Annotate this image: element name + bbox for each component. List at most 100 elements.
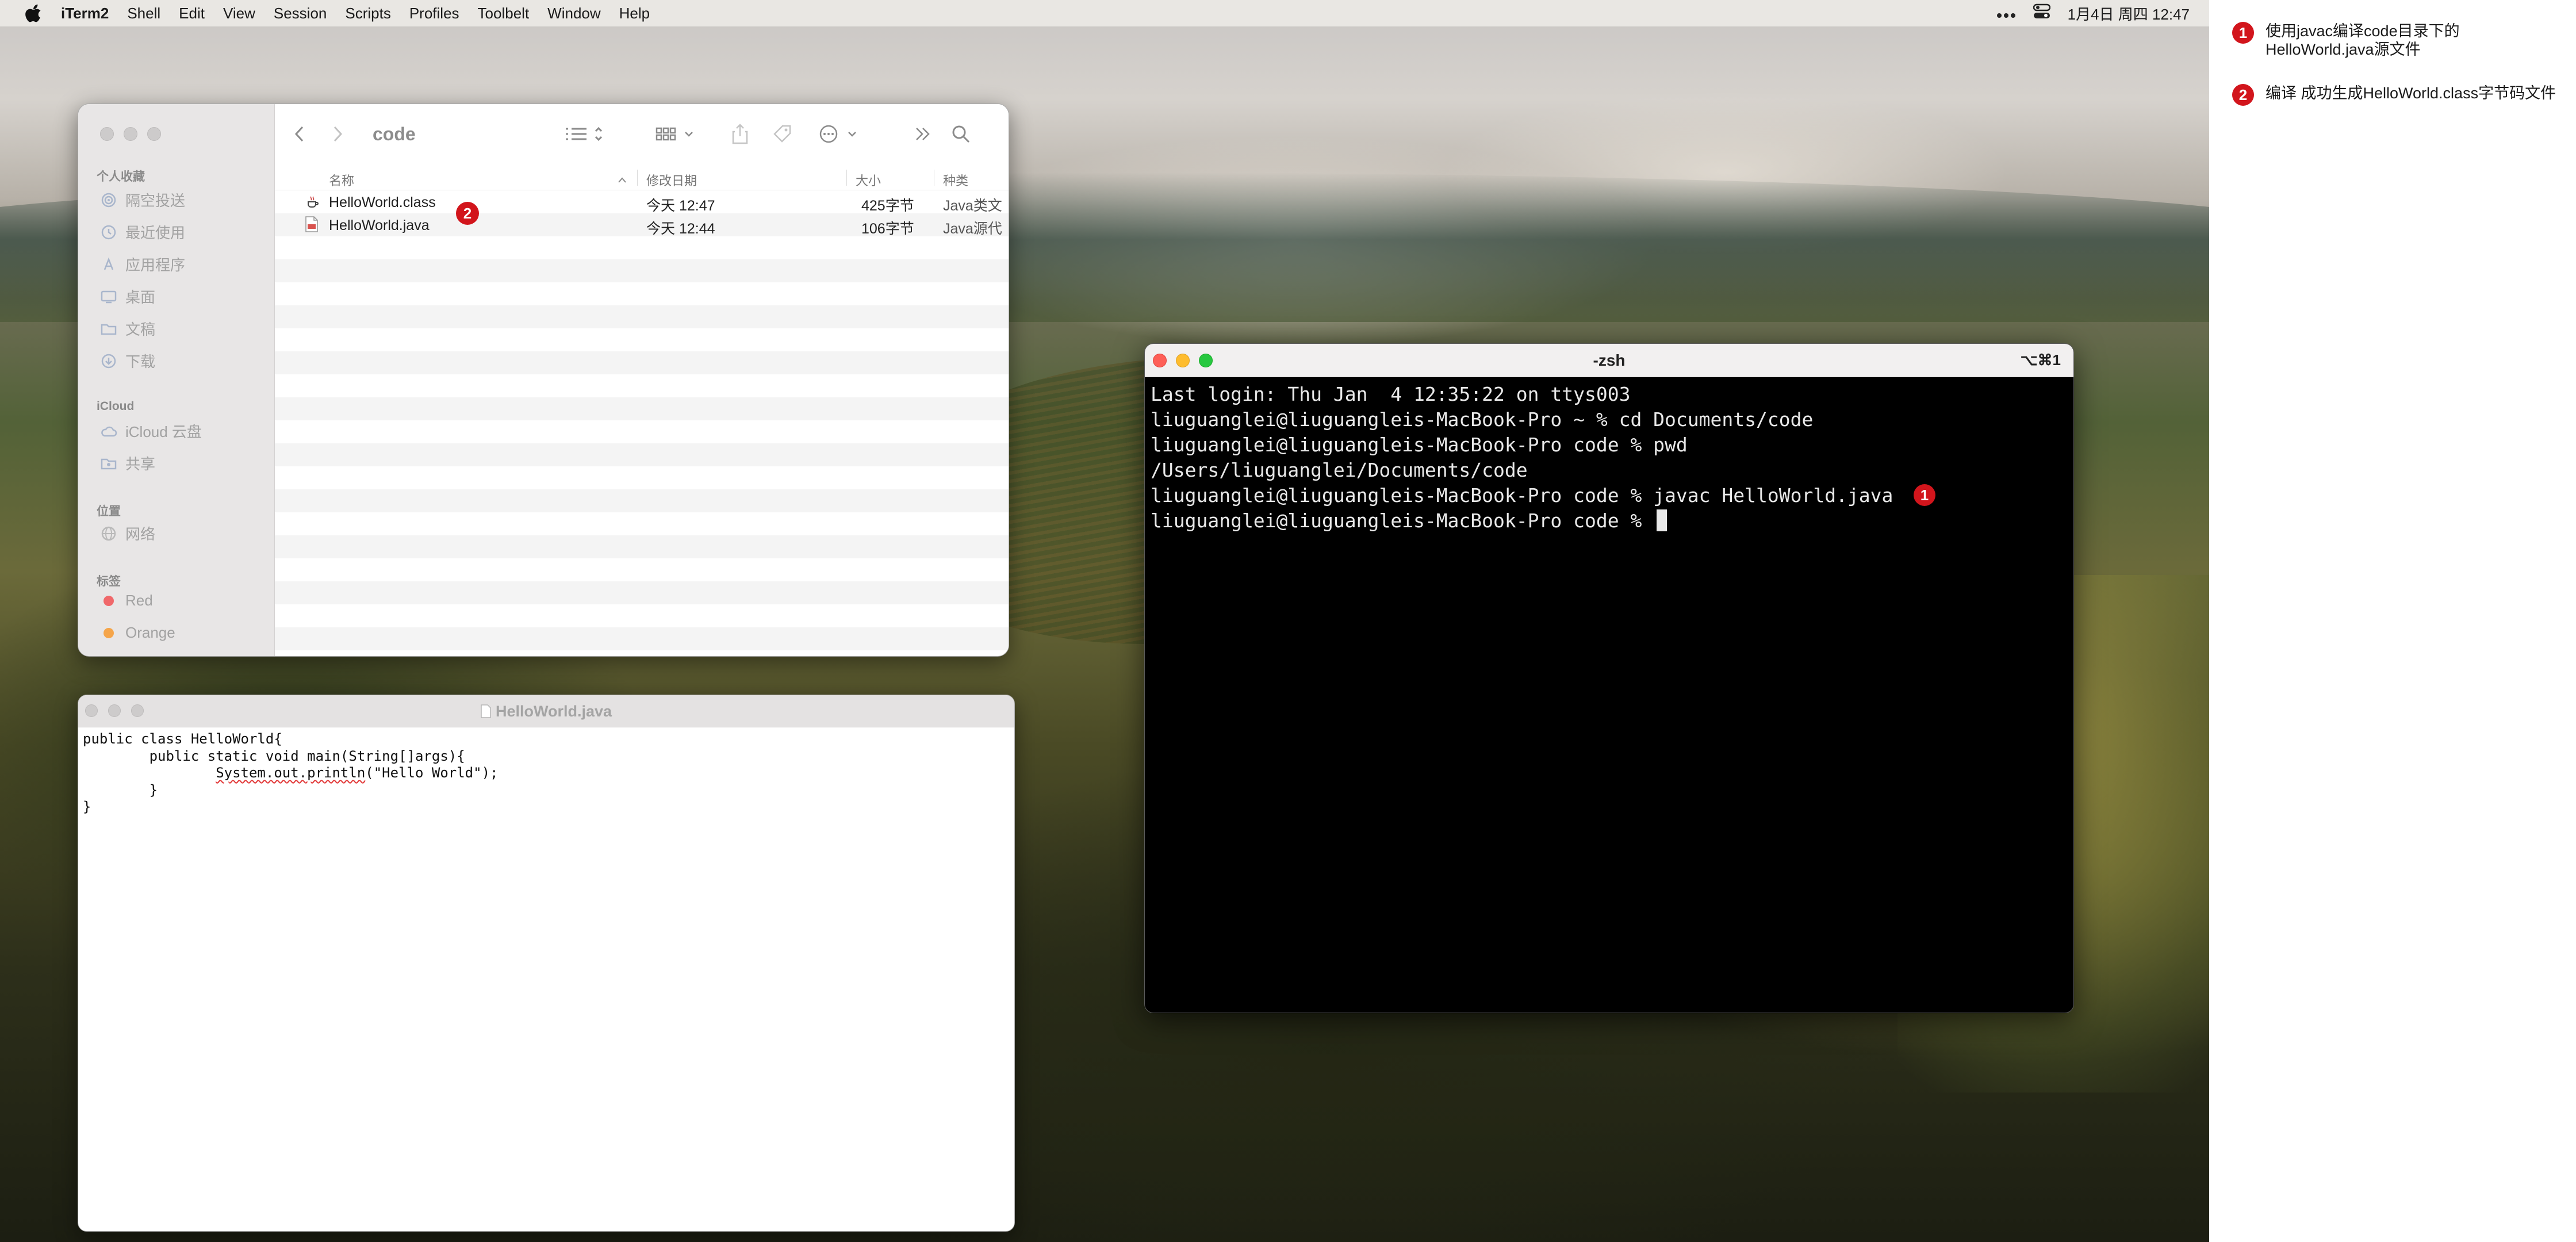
- code-line: public static void main(String[]args){: [83, 747, 465, 764]
- sidebar-item-applications[interactable]: 应用程序: [100, 254, 185, 275]
- menu-session[interactable]: Session: [274, 5, 327, 22]
- network-icon: [100, 526, 117, 541]
- sidebar-item-recents[interactable]: 最近使用: [100, 221, 185, 243]
- list-view-icon[interactable]: [565, 121, 607, 147]
- menu-clock[interactable]: 1月4日 周四 12:47: [2068, 3, 2190, 24]
- column-size[interactable]: 大小: [856, 171, 881, 189]
- minimize-button[interactable]: [124, 127, 137, 141]
- sidebar-item-label: 应用程序: [125, 256, 186, 274]
- finder-window: 个人收藏 隔空投送 最近使用 应用程序 桌面 文稿 下载 iCloud iClo…: [78, 103, 1009, 657]
- desktop-icon: [100, 289, 117, 304]
- text-cursor: [1657, 509, 1667, 531]
- note-text: 使用javac编译code目录下的HelloWorld.java源文件: [2266, 22, 2460, 58]
- menu-toolbelt[interactable]: Toolbelt: [478, 5, 530, 22]
- red-tag-icon: [100, 593, 117, 608]
- action-icon[interactable]: [819, 121, 862, 147]
- code-line: public class HelloWorld{: [83, 731, 282, 747]
- sidebar-section-favorites: 个人收藏: [97, 170, 145, 183]
- file-size: 425字节: [861, 198, 914, 214]
- note-number: 1: [2232, 22, 2254, 44]
- close-button[interactable]: [100, 127, 114, 141]
- menu-edit[interactable]: Edit: [179, 5, 205, 22]
- file-size: 106字节: [861, 221, 914, 237]
- sidebar-item-label: Orange: [125, 624, 175, 641]
- sidebar-item-airdrop[interactable]: 隔空投送: [100, 189, 185, 210]
- empty-row: [275, 558, 1009, 581]
- tag-icon[interactable]: [773, 121, 792, 147]
- zoom-button[interactable]: [147, 127, 161, 141]
- sidebar-item-shared[interactable]: 共享: [100, 453, 155, 474]
- column-kind[interactable]: 种类: [943, 171, 968, 189]
- more-icon[interactable]: [1996, 5, 2016, 22]
- code-line: }: [83, 781, 158, 798]
- table-row[interactable]: HelloWorld.java 今天 12:44 106字节 Java源代: [275, 213, 1009, 237]
- sidebar-section-icloud: iCloud: [97, 400, 135, 413]
- sidebar-item-label: 最近使用: [125, 224, 186, 241]
- file-kind: Java类文: [943, 198, 1002, 214]
- empty-row: [275, 535, 1009, 558]
- code-line: System.out.println("Hello World");: [83, 765, 1010, 782]
- sidebar-item-documents[interactable]: 文稿: [100, 318, 155, 339]
- empty-row: [275, 282, 1009, 305]
- sidebar-item-label: 隔空投送: [125, 192, 186, 209]
- textedit-title-text: HelloWorld.java: [495, 703, 612, 720]
- terminal-line: Last login: Thu Jan 4 12:35:22 on ttys00…: [1151, 383, 1631, 405]
- file-date: 今天 12:44: [646, 221, 715, 237]
- sidebar-item-network[interactable]: 网络: [100, 523, 155, 544]
- table-row[interactable]: HelloWorld.class 今天 12:47 425字节 Java类文: [275, 190, 1009, 214]
- menu-shell[interactable]: Shell: [127, 5, 160, 22]
- search-icon[interactable]: [951, 121, 971, 147]
- terminal-line: liuguanglei@liuguangleis-MacBook-Pro cod…: [1151, 508, 2068, 534]
- menu-app-name[interactable]: iTerm2: [61, 5, 109, 22]
- orange-tag-icon: [100, 626, 117, 641]
- empty-row: [275, 374, 1009, 397]
- sidebar-item-icloud-drive[interactable]: iCloud 云盘: [100, 420, 202, 442]
- empty-row: [275, 627, 1009, 650]
- code-text: ("Hello World");: [365, 765, 499, 781]
- empty-row: [275, 420, 1009, 443]
- file-list: HelloWorld.class 今天 12:47 425字节 Java类文 H…: [275, 190, 1009, 656]
- menu-scripts[interactable]: Scripts: [345, 5, 390, 22]
- terminal-titlebar: -zsh ⌥⌘1: [1145, 344, 2073, 377]
- airdrop-icon: [100, 193, 117, 208]
- sidebar-item-label: 下载: [125, 353, 156, 370]
- annotation-panel: 1 使用javac编译code目录下的HelloWorld.java源文件 2 …: [2209, 0, 2576, 1242]
- menu-profiles[interactable]: Profiles: [409, 5, 459, 22]
- finder-sidebar: 个人收藏 隔空投送 最近使用 应用程序 桌面 文稿 下载 iCloud iClo…: [78, 104, 275, 656]
- menu-view[interactable]: View: [223, 5, 255, 22]
- menu-window[interactable]: Window: [547, 5, 600, 22]
- toolbar-overflow-icon[interactable]: [914, 121, 931, 147]
- column-name[interactable]: 名称: [329, 171, 354, 189]
- apple-icon[interactable]: [22, 2, 45, 25]
- java-source-icon: [305, 216, 319, 237]
- sidebar-item-tag-red[interactable]: Red: [100, 592, 153, 610]
- empty-row: [275, 489, 1009, 512]
- empty-row: [275, 397, 1009, 420]
- file-date: 今天 12:47: [646, 198, 715, 214]
- back-icon[interactable]: [294, 121, 305, 147]
- sidebar-item-tag-orange[interactable]: Orange: [100, 624, 175, 642]
- menu-help[interactable]: Help: [619, 5, 650, 22]
- terminal-screen[interactable]: Last login: Thu Jan 4 12:35:22 on ttys00…: [1145, 377, 2073, 538]
- sidebar-item-desktop[interactable]: 桌面: [100, 286, 155, 307]
- sidebar-item-label: 共享: [125, 455, 156, 473]
- empty-row: [275, 305, 1009, 328]
- terminal-line: /Users/liuguanglei/Documents/code: [1151, 459, 1528, 481]
- empty-row: [275, 351, 1009, 374]
- column-date[interactable]: 修改日期: [646, 171, 697, 189]
- terminal-title: -zsh: [1593, 351, 1626, 369]
- sidebar-section-locations: 位置: [97, 505, 121, 518]
- share-icon[interactable]: [731, 121, 749, 147]
- textedit-window: HelloWorld.java public class HelloWorld{…: [78, 695, 1015, 1232]
- sidebar-item-label: 桌面: [125, 289, 156, 306]
- document-icon: [481, 704, 491, 722]
- control-center-icon[interactable]: [2033, 3, 2050, 24]
- sidebar-item-label: Red: [125, 592, 153, 609]
- sort-chevron-up-icon[interactable]: [618, 172, 627, 187]
- code-editor[interactable]: public class HelloWorld{ public static v…: [78, 727, 1014, 819]
- sidebar-item-label: iCloud 云盘: [125, 423, 202, 440]
- sidebar-item-downloads[interactable]: 下载: [100, 350, 155, 371]
- group-icon[interactable]: [656, 121, 698, 147]
- note-text: 编译 成功生成HelloWorld.class字节码文件: [2266, 85, 2556, 102]
- forward-icon[interactable]: [332, 121, 343, 147]
